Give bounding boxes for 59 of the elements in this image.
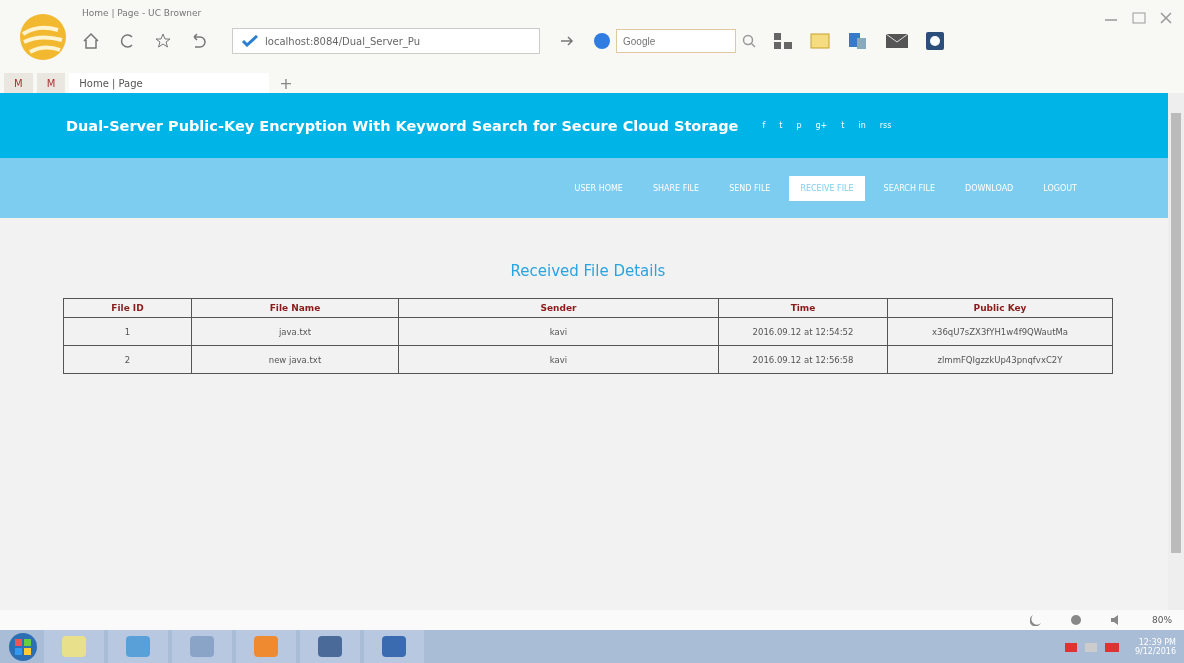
social-link[interactable]: in <box>858 121 866 130</box>
nav-link[interactable]: LOGOUT <box>1032 175 1088 201</box>
scroll-thumb[interactable] <box>1171 113 1181 553</box>
table-cell: 2016.09.12 at 12:54:52 <box>718 317 888 346</box>
table-cell: kavi <box>398 345 719 374</box>
table-cell: 2 <box>63 345 192 374</box>
nav-link[interactable]: SEND FILE <box>718 175 782 201</box>
mail-icon[interactable] <box>886 34 908 48</box>
table-cell: 2016.09.12 at 12:56:58 <box>718 345 888 374</box>
social-link[interactable]: t <box>779 121 783 130</box>
moon-icon[interactable] <box>1030 614 1042 626</box>
search-engine-icon[interactable] <box>594 33 610 49</box>
browser-logo-icon <box>18 12 68 62</box>
app-icon[interactable] <box>848 32 868 50</box>
browser-tab[interactable]: M <box>4 73 33 93</box>
column-header: File ID <box>63 298 192 318</box>
search-field[interactable]: Google <box>616 29 736 53</box>
social-link[interactable]: t <box>841 121 845 130</box>
maximize-icon[interactable] <box>1132 12 1146 24</box>
clock-time[interactable]: 12:39 PM <box>1134 637 1176 647</box>
zoom-level[interactable]: 80% <box>1152 615 1172 625</box>
start-icon[interactable] <box>6 631 40 662</box>
column-header: Sender <box>398 298 719 318</box>
table-cell: new java.txt <box>191 345 399 374</box>
section-heading: Received File Details <box>509 262 667 280</box>
nav-link[interactable]: USER HOME <box>563 175 634 201</box>
column-header: File Name <box>191 298 399 318</box>
new-tab-button[interactable]: + <box>279 74 293 93</box>
window-title: Home | Page - UC Browner <box>82 8 203 18</box>
table-cell: 1 <box>63 317 192 346</box>
nav-link[interactable]: SHARE FILE <box>641 175 711 201</box>
search-icon[interactable] <box>742 34 756 48</box>
taskbar-app-icon[interactable] <box>364 630 424 663</box>
table-cell: x36qU7sZX3fYH1w4f9QWautMa <box>887 317 1113 346</box>
address-bar[interactable]: localhost:8084/Dual_Server_Pu <box>232 28 540 54</box>
refresh-icon[interactable] <box>118 32 136 50</box>
scrollbar[interactable] <box>1168 93 1184 610</box>
column-header: Public Key <box>887 298 1113 318</box>
social-link[interactable]: p <box>796 121 802 130</box>
clock-date[interactable]: 9/12/2016 <box>1134 646 1176 656</box>
table-cell: java.txt <box>191 317 399 346</box>
table-cell: zlmmFQIgzzkUp43pnqfvxC2Y <box>887 345 1113 374</box>
table-cell: kavi <box>398 317 719 346</box>
taskbar-app-icon[interactable] <box>300 630 360 663</box>
close-icon[interactable] <box>1160 12 1172 24</box>
nav-link[interactable]: DOWNLOAD <box>953 175 1025 201</box>
social-link[interactable]: f <box>762 121 766 130</box>
nav-link[interactable]: RECEIVE FILE <box>789 175 865 201</box>
social-link[interactable]: g+ <box>815 121 828 130</box>
nav-link[interactable]: SEARCH FILE <box>872 175 946 201</box>
social-link[interactable]: rss <box>879 121 892 130</box>
star-icon[interactable] <box>154 32 172 50</box>
site-title: Dual-Server Public-Key Encryption With Keyword Search for Secure Cloud Storage <box>66 117 739 134</box>
browser-tab[interactable]: M <box>36 73 66 93</box>
grid-icon[interactable] <box>774 33 792 49</box>
column-header: Time <box>718 298 888 318</box>
home-icon[interactable] <box>82 32 100 50</box>
check-icon <box>241 35 259 47</box>
browser-tab[interactable]: Home | Page <box>69 73 270 93</box>
